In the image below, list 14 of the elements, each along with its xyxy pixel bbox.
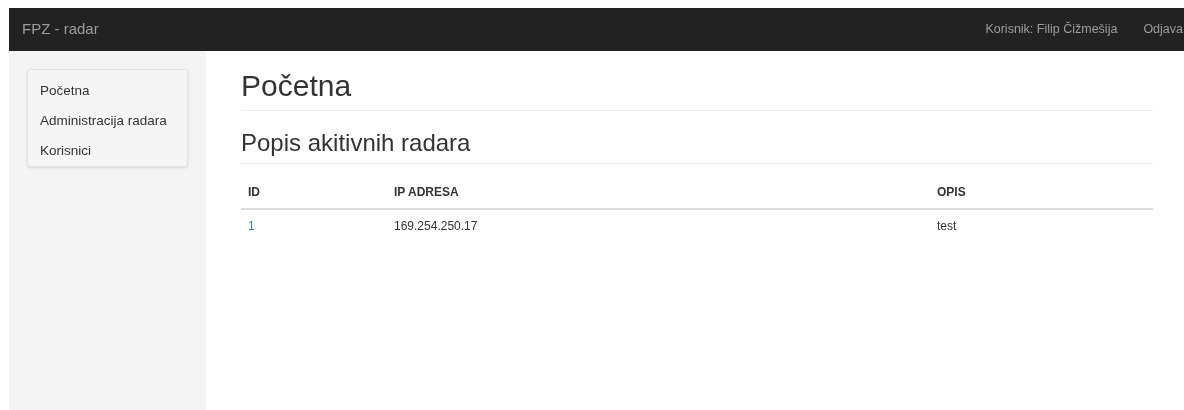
column-header: ID (241, 176, 387, 209)
sidebar-item[interactable]: Administracija radara (28, 106, 187, 136)
column-header: IP ADRESA (387, 176, 930, 209)
logout-link[interactable]: Odjava (1143, 20, 1183, 39)
table-cell: 169.254.250.17 (387, 209, 930, 242)
page-title: Početna (241, 68, 353, 104)
brand-link[interactable]: FPZ - radar (22, 18, 99, 41)
column-header: OPIS (930, 176, 1153, 209)
sidebar-item[interactable]: Korisnici (28, 136, 187, 166)
sidebar-item[interactable]: Početna (28, 76, 187, 106)
user-label: Korisnik: Filip Čižmešija (985, 20, 1118, 39)
id-link[interactable]: 1 (248, 219, 255, 233)
section-title: Popis akitivnih radara (241, 128, 472, 158)
table-cell: test (930, 209, 1153, 242)
